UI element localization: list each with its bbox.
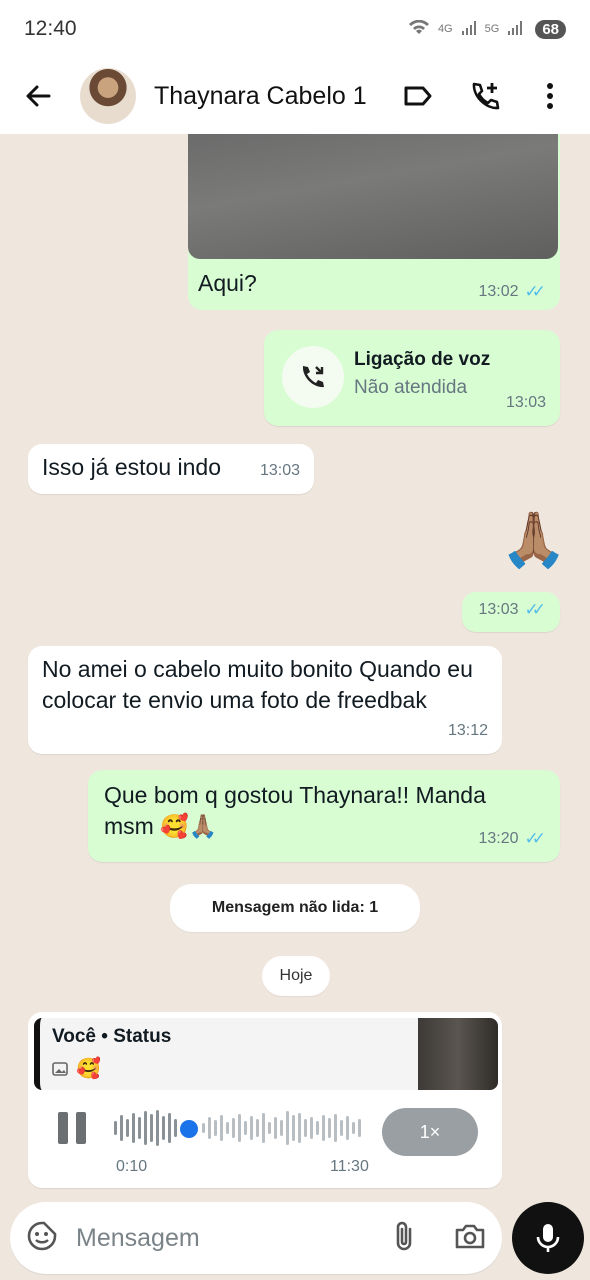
signal-icon [461, 20, 477, 39]
incoming-message[interactable]: No amei o cabelo muito bonito Quando eu … [28, 646, 502, 754]
message-meta: 13:12 [448, 715, 488, 746]
more-icon [547, 83, 553, 109]
audio-waveform[interactable] [114, 1108, 361, 1148]
message-meta: 13:02 ✓✓ [478, 282, 546, 302]
incoming-message[interactable]: Isso já estou indo 13:03 [28, 444, 314, 494]
call-title: Ligação de voz [354, 349, 491, 370]
call-subtitle: Não atendida [354, 377, 468, 398]
call-icon-badge [282, 346, 344, 408]
label-icon [404, 86, 432, 106]
contact-name[interactable]: Thaynara Cabelo 1 [154, 82, 367, 111]
status-thumbnail [418, 1018, 498, 1090]
photo-message[interactable]: Aqui? 13:02 ✓✓ [188, 134, 560, 310]
audio-duration: 11:30 [330, 1158, 369, 1175]
add-call-icon [472, 82, 500, 110]
call-message[interactable]: Ligação de voz Não atendida 13:03 [264, 330, 560, 426]
image-icon [52, 1062, 68, 1081]
read-receipt-icon: ✓✓ [524, 829, 546, 848]
message-time: 13:03 [259, 462, 300, 479]
message-composer: Mensagem [10, 1202, 502, 1274]
photo-thumbnail[interactable] [188, 134, 558, 259]
message-meta: 13:03 ✓✓ [478, 594, 546, 625]
read-receipt-icon: ✓✓ [524, 282, 546, 301]
read-receipt-icon: ✓✓ [524, 600, 546, 619]
message-meta: 13:03 [506, 387, 546, 418]
pause-icon-bar [76, 1112, 86, 1144]
pause-button[interactable] [58, 1112, 88, 1148]
label-button[interactable] [402, 80, 434, 112]
unread-divider: Mensagem não lida: 1 [170, 884, 420, 932]
audio-scrubber[interactable] [180, 1120, 198, 1138]
message-time: 13:12 [447, 722, 488, 739]
avatar[interactable] [80, 68, 136, 124]
camera-button[interactable] [454, 1222, 486, 1255]
emoji-message[interactable]: 🙏🏽 [500, 508, 567, 572]
message-meta: 13:03 [260, 455, 300, 486]
chat-header: Thaynara Cabelo 1 [0, 58, 590, 134]
outgoing-message[interactable]: Que bom q gostou Thaynara!! Manda msm 🥰🙏… [88, 770, 560, 862]
microphone-icon [536, 1224, 560, 1252]
network-label: 4G [437, 23, 453, 35]
message-time: 13:03 [505, 394, 546, 411]
quote-emoji: 🥰 [76, 1058, 101, 1080]
battery-level: 68 [535, 19, 566, 39]
date-divider: Hoje [262, 956, 330, 996]
sticker-icon [27, 1221, 57, 1250]
status-bar: 12:40 4G 5G 68 [0, 0, 590, 58]
voice-record-button[interactable] [512, 1202, 584, 1274]
audio-elapsed: 0:10 [116, 1158, 148, 1175]
message-input[interactable]: Mensagem [76, 1224, 200, 1253]
signal-icon-2 [507, 20, 523, 39]
missed-call-icon [302, 366, 324, 388]
add-call-button[interactable] [468, 80, 500, 112]
message-text: Isso já estou indo [42, 454, 222, 480]
quote-title: Você • Status [52, 1026, 172, 1047]
more-button[interactable] [534, 80, 566, 112]
message-text: Aqui? [198, 270, 257, 296]
paperclip-icon [396, 1221, 412, 1250]
attach-button[interactable] [392, 1219, 416, 1258]
voice-message-reply[interactable]: Você • Status 🥰 0:10 11:30 1× [28, 1012, 502, 1188]
network-label-2: 5G [484, 23, 500, 35]
back-arrow-icon [26, 85, 51, 107]
system-icons: 4G 5G 68 [408, 19, 566, 39]
wifi-icon [408, 19, 430, 39]
quoted-status[interactable]: Você • Status 🥰 [34, 1018, 498, 1090]
message-text: No amei o cabelo muito bonito Quando eu … [42, 656, 473, 713]
chat-area[interactable]: Aqui? 13:02 ✓✓ Ligação de voz Não atendi… [0, 134, 590, 1200]
back-button[interactable] [0, 58, 76, 134]
header-actions [402, 80, 590, 112]
emoji-button[interactable] [26, 1220, 58, 1257]
message-text: Que bom q gostou Thaynara!! Manda msm 🥰🙏… [104, 782, 486, 839]
message-meta: 13:20 ✓✓ [478, 823, 546, 854]
playback-speed-button[interactable]: 1× [382, 1108, 478, 1156]
message-time: 13:02 [478, 283, 519, 300]
camera-icon [455, 1224, 485, 1248]
emoji-message-meta[interactable]: 13:03 ✓✓ [462, 592, 560, 632]
message-time: 13:03 [478, 601, 519, 618]
pause-icon-bar [58, 1112, 68, 1144]
message-time: 13:20 [478, 830, 519, 847]
clock: 12:40 [24, 17, 77, 40]
